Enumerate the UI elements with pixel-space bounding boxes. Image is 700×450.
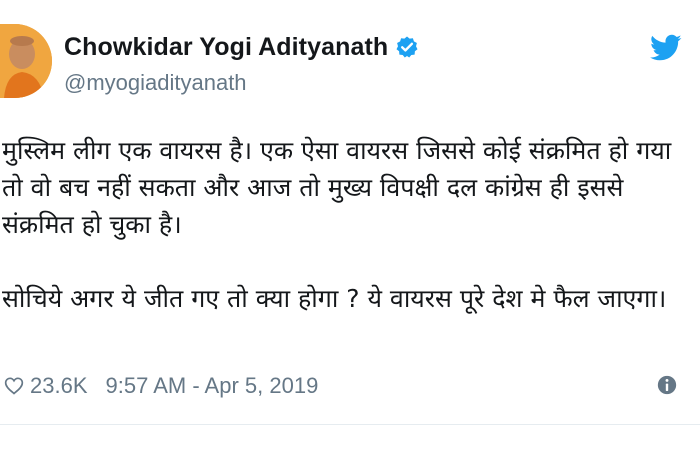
tweet-header: Chowkidar Yogi Adityanath @myogiadityana… [0, 20, 700, 110]
divider [0, 424, 700, 425]
verified-badge-icon [395, 35, 419, 59]
tweet-text: मुस्लिम लीग एक वायरस है। एक ऐसा वायरस जि… [2, 132, 692, 317]
tweet-text-line: संक्रमित हो चुका है। [2, 210, 182, 239]
user-handle[interactable]: @myogiadityanath [64, 70, 247, 96]
twitter-bird-icon[interactable] [650, 34, 682, 62]
tweet-footer: 23.6K 9:57 AM - Apr 5, 2019 [4, 370, 694, 402]
tweet-text-line: सोचिये अगर ये जीत गए तो क्या होगा ? ये व… [2, 284, 667, 313]
heart-icon[interactable] [4, 376, 24, 396]
profile-photo-icon [0, 24, 52, 98]
tweet-paragraph-1: मुस्लिम लीग एक वायरस है। एक ऐसा वायरस जि… [2, 132, 692, 243]
tweet-text-line: तो वो बच नहीं सकता और आज तो मुख्य विपक्ष… [2, 173, 624, 202]
like-count[interactable]: 23.6K [30, 373, 88, 399]
display-name[interactable]: Chowkidar Yogi Adityanath [64, 33, 388, 62]
tweet-timestamp[interactable]: 9:57 AM - Apr 5, 2019 [106, 373, 319, 399]
display-name-row: Chowkidar Yogi Adityanath [64, 30, 419, 64]
info-icon[interactable] [656, 374, 678, 396]
tweet-text-line: मुस्लिम लीग एक वायरस है। एक ऐसा वायरस जि… [2, 136, 672, 165]
tweet-card: Chowkidar Yogi Adityanath @myogiadityana… [0, 0, 700, 450]
tweet-paragraph-2: सोचिये अगर ये जीत गए तो क्या होगा ? ये व… [2, 280, 692, 317]
avatar[interactable] [0, 24, 52, 98]
